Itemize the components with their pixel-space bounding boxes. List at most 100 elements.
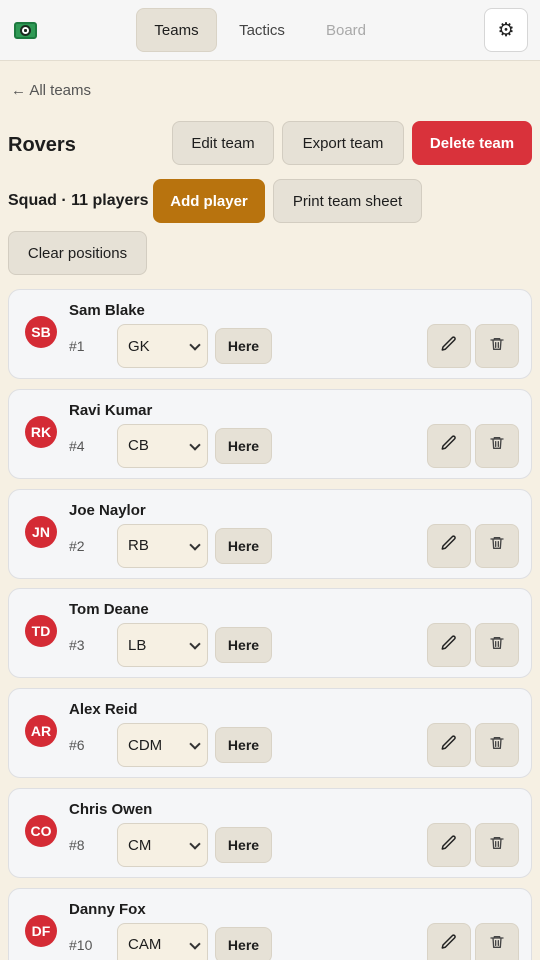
tab-board[interactable]: Board: [310, 8, 382, 52]
delete-player-button[interactable]: [475, 324, 519, 368]
player-card: CO Chris Owen #8 CM Here: [8, 788, 532, 878]
player-number: #10: [69, 936, 93, 953]
position-value: CM: [128, 836, 152, 854]
edit-player-button[interactable]: [427, 623, 471, 668]
tab-teams[interactable]: Teams: [136, 8, 217, 52]
pitch-logo-icon: [14, 22, 37, 39]
player-avatar: TD: [25, 615, 57, 648]
player-avatar: RK: [25, 415, 57, 448]
delete-player-button[interactable]: [475, 823, 519, 867]
chevron-down-icon: [189, 339, 201, 351]
pencil-icon: [440, 534, 458, 557]
pencil-icon: [440, 834, 458, 857]
team-title: Rovers: [8, 134, 76, 156]
delete-player-button[interactable]: [475, 922, 519, 960]
player-name: Danny Fox: [69, 900, 146, 918]
player-name: Alex Reid: [69, 701, 138, 719]
export-team-button[interactable]: Export team: [282, 121, 404, 165]
here-button[interactable]: Here: [215, 827, 272, 863]
player-card: RK Ravi Kumar #4 CB Here: [8, 388, 532, 479]
edit-player-button[interactable]: [427, 723, 471, 768]
edit-player-button[interactable]: [427, 324, 471, 368]
clear-positions-button[interactable]: Clear positions: [8, 231, 147, 275]
player-avatar: JN: [25, 515, 57, 548]
player-name: Chris Owen: [69, 801, 153, 818]
chevron-down-icon: [189, 738, 201, 750]
chevron-down-icon: [189, 638, 201, 651]
trash-icon: [489, 835, 505, 856]
here-button[interactable]: Here: [215, 926, 272, 960]
position-value: CAM: [128, 936, 162, 954]
tab-tactics[interactable]: Tactics: [226, 8, 298, 52]
pencil-icon: [440, 734, 458, 757]
edit-player-button[interactable]: [427, 523, 471, 568]
player-number: #2: [69, 537, 85, 554]
chevron-down-icon: [189, 938, 201, 950]
trash-icon: [489, 535, 505, 556]
here-button[interactable]: Here: [215, 527, 272, 564]
delete-player-button[interactable]: [475, 623, 519, 668]
back-to-all-teams-link[interactable]: ← All teams: [11, 82, 91, 99]
player-name: Joe Naylor: [69, 501, 146, 519]
here-button[interactable]: Here: [215, 427, 272, 464]
here-button[interactable]: Here: [215, 627, 272, 664]
squad-count-label: Squad · 11 players: [8, 192, 149, 209]
pencil-icon: [440, 634, 458, 657]
pencil-icon: [440, 434, 458, 457]
delete-player-button[interactable]: [475, 423, 519, 468]
delete-player-button[interactable]: [475, 523, 519, 568]
print-team-sheet-button[interactable]: Print team sheet: [273, 179, 422, 223]
here-button[interactable]: Here: [215, 328, 272, 364]
player-avatar: CO: [25, 815, 57, 847]
position-select[interactable]: CM: [117, 823, 208, 867]
player-avatar: AR: [25, 715, 57, 748]
position-select[interactable]: CDM: [117, 723, 208, 768]
player-card: TD Tom Deane #3 LB Here: [8, 588, 532, 679]
player-name: Ravi Kumar: [69, 401, 153, 419]
trash-icon: [489, 435, 505, 456]
player-number: #4: [69, 437, 85, 454]
position-value: CB: [128, 437, 149, 455]
position-select[interactable]: CB: [117, 423, 208, 468]
gear-icon: ⚙: [497, 19, 515, 41]
add-player-button[interactable]: Add player: [153, 179, 265, 223]
player-card: SB Sam Blake #1 GK Here: [8, 289, 532, 379]
position-value: LB: [128, 636, 147, 654]
chevron-down-icon: [189, 538, 201, 551]
player-number: #6: [69, 737, 85, 754]
chevron-down-icon: [189, 838, 201, 850]
player-name: Sam Blake: [69, 302, 145, 319]
edit-player-button[interactable]: [427, 823, 471, 867]
settings-button[interactable]: ⚙: [484, 8, 528, 52]
pencil-icon: [440, 335, 458, 358]
player-number: #1: [69, 338, 85, 354]
position-select[interactable]: LB: [117, 623, 208, 668]
trash-icon: [489, 635, 505, 656]
delete-player-button[interactable]: [475, 723, 519, 768]
player-card: JN Joe Naylor #2 RB Here: [8, 488, 532, 579]
player-card: DF Danny Fox #10 CAM Here: [8, 887, 532, 960]
position-value: CDM: [128, 736, 163, 754]
trash-icon: [489, 735, 505, 756]
edit-team-button[interactable]: Edit team: [172, 121, 274, 165]
player-avatar: SB: [25, 316, 57, 348]
trash-icon: [489, 336, 505, 357]
chevron-down-icon: [189, 439, 201, 451]
here-button[interactable]: Here: [215, 727, 272, 764]
top-bar: Teams Tactics Board ⚙: [0, 0, 540, 61]
player-avatar: DF: [25, 914, 57, 947]
position-select[interactable]: CAM: [117, 922, 208, 960]
position-select[interactable]: RB: [117, 523, 208, 568]
delete-team-button[interactable]: Delete team: [412, 121, 532, 165]
player-number: #8: [69, 837, 85, 853]
position-value: GK: [128, 337, 150, 355]
position-value: RB: [128, 537, 149, 555]
trash-icon: [489, 934, 505, 955]
edit-player-button[interactable]: [427, 423, 471, 468]
pencil-icon: [440, 933, 458, 956]
edit-player-button[interactable]: [427, 922, 471, 960]
player-number: #3: [69, 637, 85, 654]
player-name: Tom Deane: [69, 601, 149, 619]
position-select[interactable]: GK: [117, 324, 208, 368]
player-card: AR Alex Reid #6 CDM Here: [8, 688, 532, 779]
